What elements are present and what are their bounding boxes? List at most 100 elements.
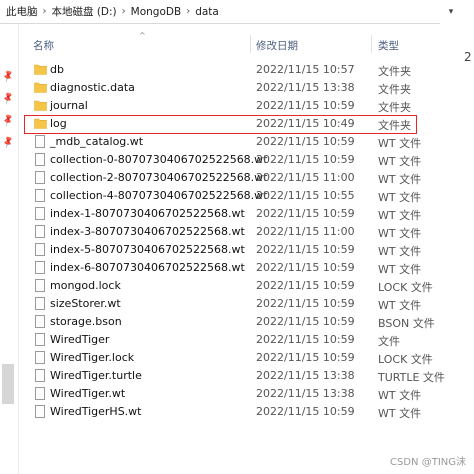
file-name: mongod.lock [50, 279, 121, 292]
file-row[interactable]: index-3-8070730406702522568.wt 2022/11/15… [24, 223, 464, 241]
file-name: storage.bson [50, 315, 122, 328]
file-row[interactable]: collection-2-8070730406702522568.wt 2022/… [24, 169, 464, 187]
file-icon [35, 369, 45, 382]
file-date: 2022/11/15 10:59 [256, 333, 355, 346]
file-name: collection-4-8070730406702522568.wt [50, 189, 268, 202]
file-icon [35, 189, 45, 202]
file-name: log [50, 117, 67, 130]
file-type: WT 文件 [378, 155, 422, 168]
breadcrumb-item[interactable]: 本地磁盘 (D:) [52, 4, 117, 19]
breadcrumb-item[interactable]: 此电脑 [6, 4, 38, 19]
file-row[interactable]: WiredTiger.wt 2022/11/15 13:38 WT 文件 [24, 385, 464, 403]
folder-icon [34, 99, 47, 113]
file-date: 2022/11/15 13:38 [256, 81, 355, 94]
file-name: index-3-8070730406702522568.wt [50, 225, 245, 238]
file-type: 文件夹 [378, 119, 411, 132]
file-row[interactable]: storage.bson 2022/11/15 10:59 BSON 文件 [24, 313, 464, 331]
column-name-header[interactable]: 名称 [33, 38, 54, 53]
file-row[interactable]: index-5-8070730406702522568.wt 2022/11/15… [24, 241, 464, 259]
column-header: ^ 名称 修改日期 类型 [24, 31, 464, 57]
file-name: index-6-8070730406702522568.wt [50, 261, 245, 274]
file-type: WT 文件 [378, 245, 422, 258]
file-icon [35, 315, 45, 328]
breadcrumb-chevron-icon[interactable]: › [43, 6, 47, 17]
nav-scrollbar-thumb[interactable] [2, 364, 14, 404]
file-name: diagnostic.data [50, 81, 135, 94]
file-row[interactable]: _mdb_catalog.wt 2022/11/15 10:59 WT 文件 [24, 133, 464, 151]
file-name: _mdb_catalog.wt [50, 135, 144, 148]
folder-icon [34, 117, 47, 131]
file-type: WT 文件 [378, 137, 422, 150]
file-date: 2022/11/15 10:49 [256, 117, 355, 130]
column-divider[interactable] [371, 35, 372, 53]
file-icon [35, 387, 45, 400]
file-name: WiredTiger [50, 333, 110, 346]
pin-icon[interactable]: 📌 [1, 136, 16, 150]
file-row[interactable]: diagnostic.data 2022/11/15 13:38 文件夹 [24, 79, 464, 97]
breadcrumb-chevron-icon[interactable]: › [122, 6, 126, 17]
file-date: 2022/11/15 10:59 [256, 207, 355, 220]
column-date-header[interactable]: 修改日期 [256, 38, 298, 53]
folder-icon [34, 81, 47, 95]
file-list: db 2022/11/15 10:57 文件夹 diagnostic.data 2022… [24, 61, 464, 421]
file-date: 2022/11/15 10:59 [256, 135, 355, 148]
file-icon [35, 279, 45, 292]
file-date: 2022/11/15 10:55 [256, 189, 355, 202]
pin-icon[interactable]: 📌 [1, 114, 16, 128]
file-name: db [50, 63, 64, 76]
file-icon [35, 171, 45, 184]
file-date: 2022/11/15 10:59 [256, 351, 355, 364]
file-date: 2022/11/15 10:59 [256, 279, 355, 292]
file-name: sizeStorer.wt [50, 297, 121, 310]
file-row[interactable]: journal 2022/11/15 10:59 文件夹 [24, 97, 464, 115]
pin-icon[interactable]: 📌 [1, 70, 16, 84]
file-icon [35, 153, 45, 166]
file-type: 文件夹 [378, 101, 411, 114]
file-icon [35, 135, 45, 148]
file-row[interactable]: index-6-8070730406702522568.wt 2022/11/15… [24, 259, 464, 277]
file-row[interactable]: mongod.lock 2022/11/15 10:59 LOCK 文件 [24, 277, 464, 295]
breadcrumb-item[interactable]: MongoDB [131, 6, 182, 18]
file-type: LOCK 文件 [378, 281, 433, 294]
file-row[interactable]: sizeStorer.wt 2022/11/15 10:59 WT 文件 [24, 295, 464, 313]
file-row[interactable]: collection-4-8070730406702522568.wt 2022/… [24, 187, 464, 205]
file-date: 2022/11/15 10:57 [256, 63, 355, 76]
pin-icon[interactable]: 📌 [1, 92, 16, 106]
file-date: 2022/11/15 10:59 [256, 243, 355, 256]
file-date: 2022/11/15 10:59 [256, 153, 355, 166]
breadcrumb-chevron-icon[interactable]: › [186, 6, 190, 17]
file-name: WiredTigerHS.wt [50, 405, 142, 418]
file-icon [35, 333, 45, 346]
column-type-header[interactable]: 类型 [378, 38, 399, 53]
file-row[interactable]: WiredTiger.turtle 2022/11/15 13:38 TURTLE … [24, 367, 464, 385]
breadcrumb: 此电脑 › 本地磁盘 (D:) › MongoDB › data [0, 0, 440, 24]
file-row[interactable]: collection-0-8070730406702522568.wt 2022/… [24, 151, 464, 169]
file-icon [35, 351, 45, 364]
file-date: 2022/11/15 13:38 [256, 369, 355, 382]
file-row-log[interactable]: log 2022/11/15 10:49 文件夹 [24, 115, 464, 133]
file-type: LOCK 文件 [378, 353, 433, 366]
file-type: 文件 [378, 335, 400, 348]
file-type: WT 文件 [378, 227, 422, 240]
file-row[interactable]: WiredTiger.lock 2022/11/15 10:59 LOCK 文件 [24, 349, 464, 367]
folder-icon [34, 63, 47, 77]
breadcrumb-item[interactable]: data [195, 6, 219, 18]
file-type: WT 文件 [378, 209, 422, 222]
file-date: 2022/11/15 10:59 [256, 315, 355, 328]
file-type: WT 文件 [378, 173, 422, 186]
watermark: CSDN @TING沫 [390, 457, 466, 468]
file-row[interactable]: WiredTigerHS.wt 2022/11/15 10:59 WT 文件 [24, 403, 464, 421]
file-row[interactable]: db 2022/11/15 10:57 文件夹 [24, 61, 464, 79]
file-type: TURTLE 文件 [378, 371, 445, 384]
file-icon [35, 261, 45, 274]
file-type: WT 文件 [378, 389, 422, 402]
address-dropdown-icon[interactable]: ▾ [444, 0, 458, 24]
file-date: 2022/11/15 10:59 [256, 99, 355, 112]
file-icon [35, 297, 45, 310]
file-row[interactable]: WiredTiger 2022/11/15 10:59 文件 [24, 331, 464, 349]
file-type: WT 文件 [378, 299, 422, 312]
file-date: 2022/11/15 11:00 [256, 225, 355, 238]
file-row[interactable]: index-1-8070730406702522568.wt 2022/11/15… [24, 205, 464, 223]
column-divider[interactable] [250, 35, 251, 53]
file-date: 2022/11/15 13:38 [256, 387, 355, 400]
